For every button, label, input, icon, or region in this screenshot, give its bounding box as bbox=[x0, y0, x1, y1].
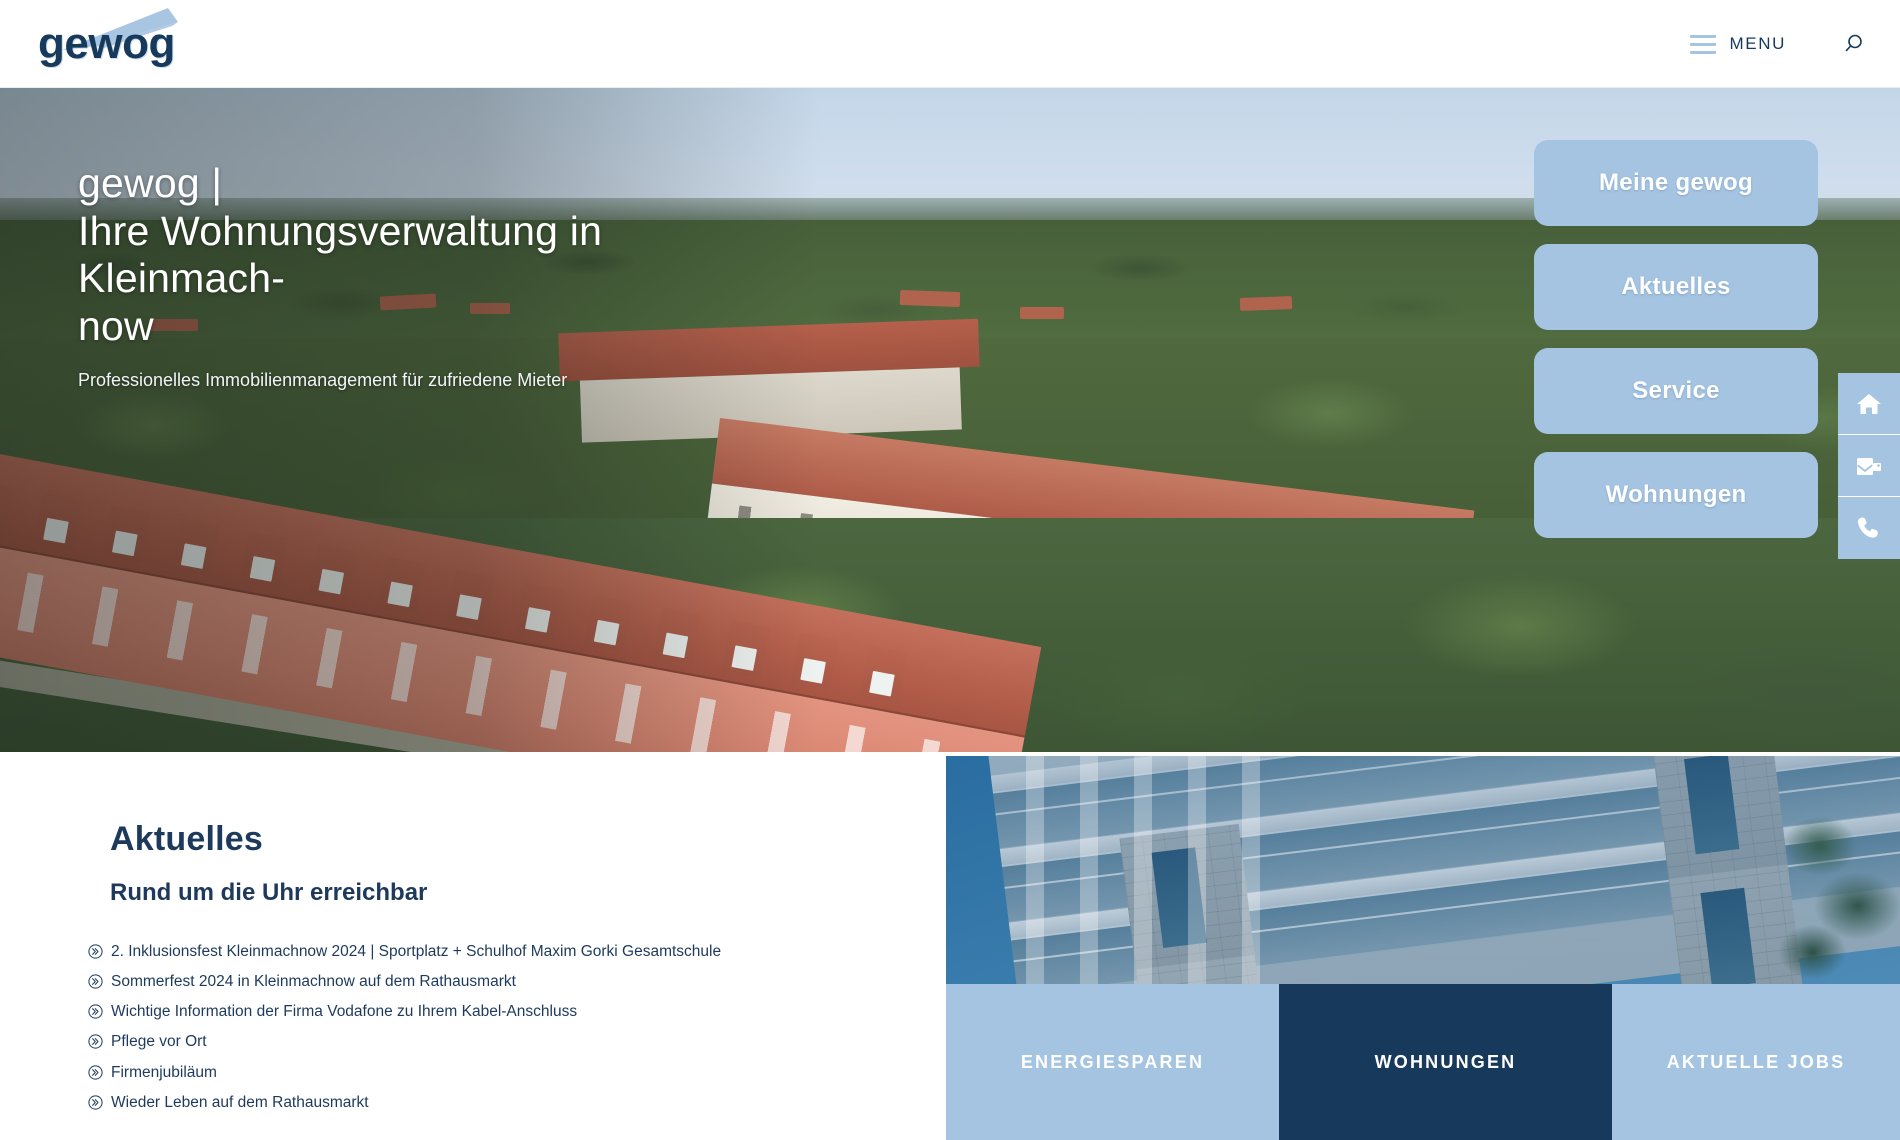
menu-button[interactable]: MENU bbox=[1686, 28, 1790, 60]
list-item[interactable]: Firmenjubiläum bbox=[88, 1063, 918, 1083]
hamburger-icon bbox=[1689, 34, 1716, 54]
list-item-label: 2. Inklusionsfest Kleinmachnow 2024 | Sp… bbox=[111, 943, 722, 960]
hero-title-line-3: now bbox=[78, 302, 154, 349]
tile-label: ENERGIESPAREN bbox=[1020, 1051, 1205, 1072]
list-item-label: Wichtige Information der Firma Vodafone … bbox=[111, 1003, 578, 1021]
tile-energiesparen[interactable]: ENERGIESPAREN bbox=[946, 984, 1279, 1140]
promo-building-photo bbox=[946, 756, 1900, 984]
list-item[interactable]: Wieder Leben auf dem Rathausmarkt bbox=[88, 1093, 918, 1113]
phone-icon bbox=[1857, 517, 1878, 538]
tile-aktuelle-jobs[interactable]: AKTUELLE JOBS bbox=[1612, 984, 1900, 1140]
rail-mail-button[interactable] bbox=[1838, 435, 1900, 497]
rail-home-button[interactable] bbox=[1838, 373, 1900, 435]
list-item-label: Sommerfest 2024 in Kleinmachnow auf dem … bbox=[111, 973, 516, 991]
quick-contact-rail bbox=[1838, 373, 1900, 559]
home-icon bbox=[1857, 393, 1881, 414]
site-header: gewog MENU bbox=[0, 0, 1900, 88]
cta-service[interactable]: Service bbox=[1534, 348, 1818, 434]
rail-phone-button[interactable] bbox=[1838, 497, 1900, 559]
promo-panel: ENERGIESPAREN WOHNUNGEN AKTUELLE JOBS bbox=[946, 756, 1900, 1140]
list-item-label: Pflege vor Ort bbox=[111, 1033, 207, 1051]
cta-aktuelles[interactable]: Aktuelles bbox=[1534, 244, 1818, 330]
menu-label: MENU bbox=[1729, 34, 1786, 53]
promo-tiles: ENERGIESPAREN WOHNUNGEN AKTUELLE JOBS bbox=[946, 984, 1900, 1140]
list-item[interactable]: Sommerfest 2024 in Kleinmachnow auf dem … bbox=[88, 972, 918, 992]
list-item[interactable]: Pflege vor Ort bbox=[88, 1032, 918, 1052]
search-icon bbox=[1845, 34, 1862, 52]
hero-cta-stack: Meine gewog Aktuelles Service Wohnungen bbox=[1534, 140, 1818, 538]
news-subheading: Rund um die Uhr erreichbar bbox=[110, 879, 428, 906]
circle-double-chevron-icon bbox=[88, 1034, 103, 1050]
circle-double-chevron-icon bbox=[88, 944, 103, 959]
hero-copy: gewog | Ihre Wohnungsverwaltung in Klein… bbox=[78, 160, 778, 391]
hero-title-line-1: gewog | bbox=[78, 160, 223, 206]
mail-icon bbox=[1857, 457, 1881, 475]
tile-label: AKTUELLE JOBS bbox=[1666, 1051, 1846, 1072]
cta-meine-gewog[interactable]: Meine gewog bbox=[1534, 140, 1818, 226]
logo-text: gewog bbox=[38, 19, 175, 68]
list-item-label: Wieder Leben auf dem Rathausmarkt bbox=[111, 1093, 369, 1111]
hero-banner: gewog | Ihre Wohnungsverwaltung in Klein… bbox=[0, 88, 1900, 752]
circle-double-chevron-icon bbox=[88, 1095, 103, 1110]
list-item[interactable]: 2. Inklusionsfest Kleinmachnow 2024 | Sp… bbox=[88, 942, 918, 962]
logo[interactable]: gewog bbox=[38, 2, 218, 80]
decorative-stripes bbox=[1026, 756, 1286, 984]
hero-subtitle: Professionelles Immobilienmanagement für… bbox=[78, 370, 568, 391]
search-button[interactable] bbox=[1836, 26, 1872, 62]
news-list: 2. Inklusionsfest Kleinmachnow 2024 | Sp… bbox=[88, 942, 918, 1123]
list-item-label: Firmenjubiläum bbox=[111, 1063, 217, 1081]
circle-double-chevron-icon bbox=[88, 1064, 103, 1080]
circle-double-chevron-icon bbox=[88, 974, 103, 989]
tile-label: WOHNUNGEN bbox=[1374, 1051, 1517, 1072]
homepage: gewog MENU gewog | Ihre Wohnungsverwaltu… bbox=[0, 0, 1900, 1140]
header-actions: MENU bbox=[1686, 0, 1872, 88]
news-section: Aktuelles Rund um die Uhr erreichbar 2. … bbox=[0, 752, 946, 1140]
cta-wohnungen[interactable]: Wohnungen bbox=[1534, 452, 1818, 538]
news-heading: Aktuelles bbox=[110, 820, 263, 858]
tile-wohnungen[interactable]: WOHNUNGEN bbox=[1279, 984, 1612, 1140]
list-item[interactable]: Wichtige Information der Firma Vodafone … bbox=[88, 1002, 918, 1022]
hero-title-line-2: Ihre Wohnungsverwaltung in Kleinmach- bbox=[78, 207, 603, 302]
circle-double-chevron-icon bbox=[88, 1004, 103, 1019]
